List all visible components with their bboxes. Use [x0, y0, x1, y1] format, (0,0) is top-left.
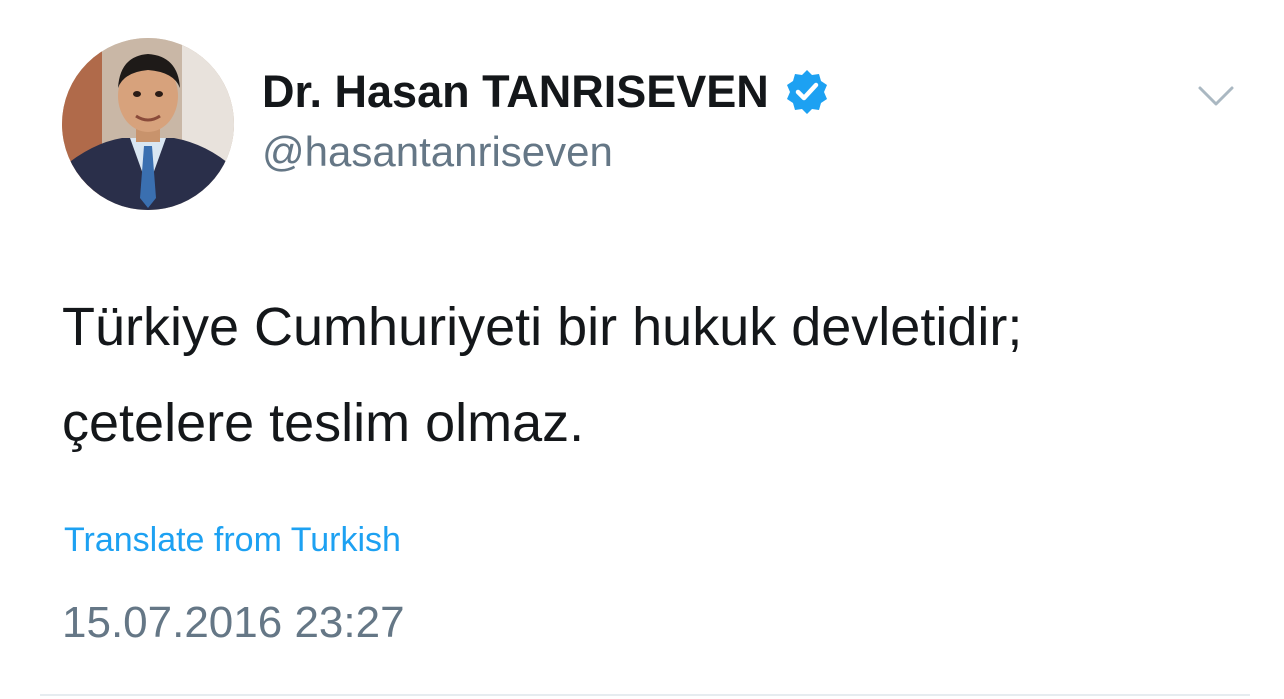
verified-badge-icon	[783, 68, 831, 116]
tweet-text-line-1: Türkiye Cumhuriyeti bir hukuk devletidir…	[62, 297, 1023, 357]
avatar-image	[62, 38, 234, 210]
author-handle[interactable]: @hasantanriseven	[262, 128, 613, 176]
divider	[40, 694, 1250, 696]
avatar[interactable]	[62, 38, 234, 210]
tweet-text-line-2: çetelere teslim olmaz.	[62, 393, 585, 453]
chevron-down-icon[interactable]	[1196, 80, 1236, 110]
author-display-name[interactable]: Dr. Hasan TANRISEVEN	[262, 66, 769, 118]
author-name-row[interactable]: Dr. Hasan TANRISEVEN	[262, 66, 831, 118]
tweet-text: Türkiye Cumhuriyeti bir hukuk devletidir…	[62, 296, 1252, 454]
tweet-timestamp: 15.07.2016 23:27	[62, 598, 405, 647]
translate-link[interactable]: Translate from Turkish	[64, 520, 401, 560]
